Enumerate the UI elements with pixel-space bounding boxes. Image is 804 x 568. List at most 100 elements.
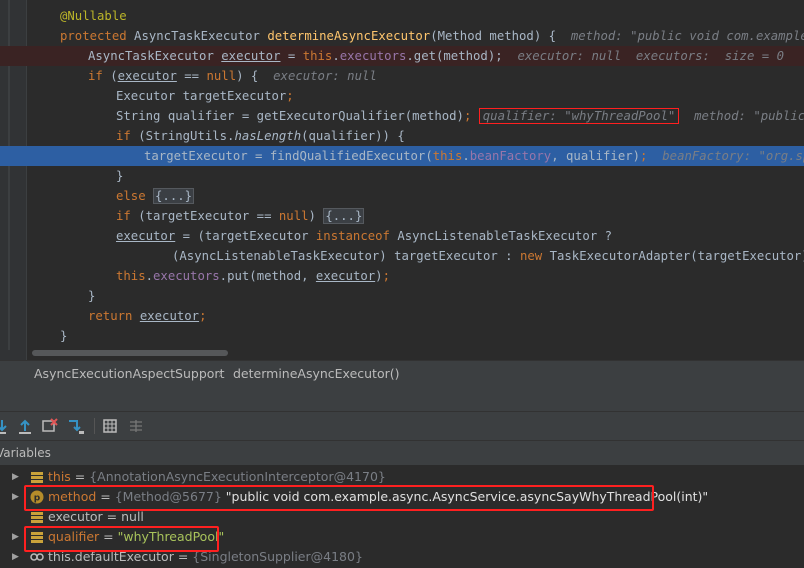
code-token: TaskExecutorAdapter(targetExecutor)) (549, 249, 804, 263)
code-token: else (116, 189, 154, 203)
code-line[interactable]: executor = (targetExecutor instanceof As… (0, 226, 804, 246)
code-text: (AsyncListenableTaskExecutor) targetExec… (172, 246, 804, 266)
code-token: (Method method) { (430, 29, 571, 43)
code-token: = (280, 49, 303, 63)
code-token: .put(method, (219, 269, 316, 283)
code-line[interactable]: this.executors.put(method, executor); (0, 266, 804, 286)
expand-arrow-icon[interactable]: ▶ (12, 487, 19, 507)
code-token: . (145, 269, 154, 283)
drop-frame-icon[interactable] (40, 416, 60, 436)
trace-stream-icon[interactable] (126, 416, 146, 436)
code-token: beanFactory (469, 149, 552, 163)
code-token: executor: null executors: size = 0 (517, 49, 784, 63)
code-editor[interactable]: @Nullable protected AsyncTaskExecutor det… (0, 0, 804, 360)
code-line[interactable]: (AsyncListenableTaskExecutor) targetExec… (0, 246, 804, 266)
variables-list[interactable]: ▶ this = {AnnotationAsyncExecutionInterce… (0, 465, 804, 568)
breadcrumb-class[interactable]: AsyncExecutionAspectSupport (34, 361, 224, 387)
code-token: this (432, 149, 463, 163)
evaluate-expression-icon[interactable] (100, 416, 120, 436)
breadcrumb-method[interactable]: determineAsyncExecutor() (233, 361, 400, 387)
code-token: ) (308, 209, 324, 223)
highlight-box-qualifier (24, 526, 219, 552)
code-line[interactable]: AsyncTaskExecutor executor = this. execut… (0, 46, 804, 66)
code-token: AsyncTaskExecutor (88, 49, 222, 63)
code-token: if (116, 209, 139, 223)
code-line[interactable]: Executor targetExecutor; (0, 86, 804, 106)
code-token: String qualifier = getExecutorQualifier(… (116, 109, 464, 123)
code-text: if (StringUtils.hasLength(qualifier)) { (116, 126, 405, 146)
code-line[interactable]: if (StringUtils.hasLength(qualifier)) { (0, 126, 804, 146)
variable-value: null (121, 509, 144, 524)
code-token: beanFactory: "org.springframework.beans.… (662, 149, 804, 163)
code-token: .get(method); (406, 49, 518, 63)
code-token: executors (153, 269, 220, 283)
code-line[interactable]: if (targetExecutor == null) {...} (0, 206, 804, 226)
code-token: ; (382, 269, 390, 283)
code-token: } (88, 289, 96, 303)
code-token: determineAsyncExecutor (267, 29, 431, 43)
code-line[interactable]: protected AsyncTaskExecutor determineAsy… (0, 26, 804, 46)
code-line[interactable]: } (0, 166, 804, 186)
expand-arrow-icon[interactable]: ▶ (12, 527, 19, 547)
code-token: {...} (153, 188, 195, 204)
code-token: (AsyncListenableTaskExecutor) targetExec… (172, 249, 520, 263)
highlight-box-method (24, 485, 654, 511)
debug-toolbar (0, 411, 804, 440)
code-token: targetExecutor = findQualifiedExecutor( (144, 149, 433, 163)
horizontal-scrollbar[interactable] (32, 350, 228, 356)
expand-arrow-icon[interactable]: ▶ (12, 467, 19, 487)
code-token: this (302, 49, 333, 63)
code-token: == (176, 69, 207, 83)
field-icon (31, 472, 43, 483)
ide-window: @Nullable protected AsyncTaskExecutor det… (0, 0, 804, 568)
code-token: (StringUtils. (138, 129, 235, 143)
code-token: (targetExecutor == (138, 209, 279, 223)
code-token: . (462, 149, 470, 163)
code-text: targetExecutor = findQualifiedExecutor(t… (144, 146, 804, 166)
step-out-icon[interactable] (15, 416, 35, 436)
code-text: if (executor == null) { executor: null (88, 66, 377, 86)
code-token: method: "public void com.example.async.A… (694, 109, 804, 123)
expand-arrow-icon[interactable]: ▶ (12, 547, 19, 567)
code-token: executor (139, 309, 200, 323)
code-token: ) { (236, 69, 274, 83)
run-to-cursor-icon[interactable] (66, 416, 86, 436)
toolbar-separator (94, 418, 95, 434)
code-token: Executor targetExecutor (116, 89, 287, 103)
step-into-icon[interactable] (0, 416, 12, 436)
code-token: hasLength (234, 129, 302, 143)
code-line[interactable]: return executor; (0, 306, 804, 326)
watch-icon (30, 553, 44, 561)
code-text: Executor targetExecutor; (116, 86, 294, 106)
code-line[interactable]: targetExecutor = findQualifiedExecutor(t… (0, 146, 804, 166)
code-line[interactable]: } (0, 326, 804, 346)
variable-text: this = {AnnotationAsyncExecutionIntercep… (48, 467, 386, 487)
code-token: {...} (323, 208, 365, 224)
code-line[interactable]: } (0, 286, 804, 306)
code-line[interactable]: String qualifier = getExecutorQualifier(… (0, 106, 804, 126)
code-line[interactable]: else {...} (0, 186, 804, 206)
code-token: . (332, 49, 340, 63)
code-token: executor (315, 269, 376, 283)
code-line[interactable]: if (executor == null) { executor: null (0, 66, 804, 86)
code-text: if (targetExecutor == null) {...} (116, 206, 365, 226)
code-token: executor (116, 229, 176, 243)
variable-name: executor (48, 509, 103, 524)
code-token: if (116, 129, 139, 143)
code-text: @Nullable (60, 6, 127, 26)
code-token: qualifier: "whyThreadPool" (478, 108, 680, 124)
code-token: AsyncTaskExecutor (134, 29, 268, 43)
variable-equals: = (102, 509, 122, 524)
code-line[interactable]: @Nullable (0, 6, 804, 26)
code-token: ) (375, 269, 383, 283)
code-token: executor (221, 49, 281, 63)
variable-row[interactable]: ▶ this = {AnnotationAsyncExecutionInterce… (0, 467, 804, 487)
variables-header: Variables (0, 440, 804, 465)
code-text: } (88, 286, 95, 306)
code-token: executor (117, 69, 177, 83)
code-text: } (116, 166, 123, 186)
code-token: , qualifier) (551, 149, 641, 163)
